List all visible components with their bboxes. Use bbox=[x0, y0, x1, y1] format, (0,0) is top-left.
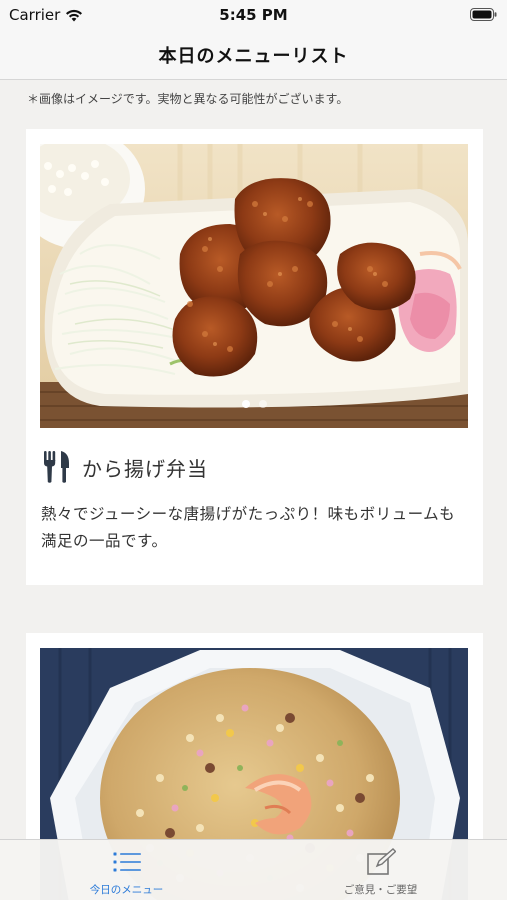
compose-icon bbox=[366, 848, 396, 875]
dish-description: 熱々でジューシーな唐揚げがたっぷり！味もボリュームも満足の一品です。 bbox=[41, 505, 456, 550]
tab-bar: 今日のメニュー ご意見・ご要望 bbox=[0, 839, 507, 900]
image-disclaimer: ＊画像はイメージです。実物と異なる可能性がございます。 bbox=[27, 92, 349, 106]
tab-label: ご意見・ご要望 bbox=[343, 884, 418, 896]
tab-feedback[interactable]: ご意見・ご要望 bbox=[254, 840, 507, 900]
pager-dot[interactable] bbox=[258, 400, 267, 408]
screen: Carrier 5:45 PM 本日のメニューリスト ＊画像はイメージです。実物… bbox=[0, 0, 507, 900]
dish-name: から揚げ弁当 bbox=[82, 456, 208, 481]
pager-dot-active[interactable] bbox=[241, 400, 250, 408]
clock: 5:45 PM bbox=[219, 6, 288, 24]
dish-title-row: から揚げ弁当 bbox=[44, 451, 208, 483]
fork-knife-icon bbox=[44, 451, 69, 483]
page-title: 本日のメニューリスト bbox=[158, 45, 349, 67]
karaage-bento-illustration bbox=[40, 144, 468, 428]
list-icon bbox=[113, 852, 141, 872]
menu-card[interactable]: から揚げ弁当 熱々でジューシーな唐揚げがたっぷり！味もボリュームも満足の一品です… bbox=[26, 129, 483, 585]
battery-icon bbox=[470, 8, 497, 21]
image-pager[interactable] bbox=[40, 400, 468, 408]
navigation-bar: 本日のメニューリスト bbox=[0, 30, 507, 80]
tab-label: 今日のメニュー bbox=[89, 884, 164, 896]
status-bar: Carrier 5:45 PM bbox=[0, 0, 507, 30]
karaage-bento-photo[interactable] bbox=[40, 144, 468, 428]
tab-todays-menu[interactable]: 今日のメニュー bbox=[0, 840, 253, 900]
